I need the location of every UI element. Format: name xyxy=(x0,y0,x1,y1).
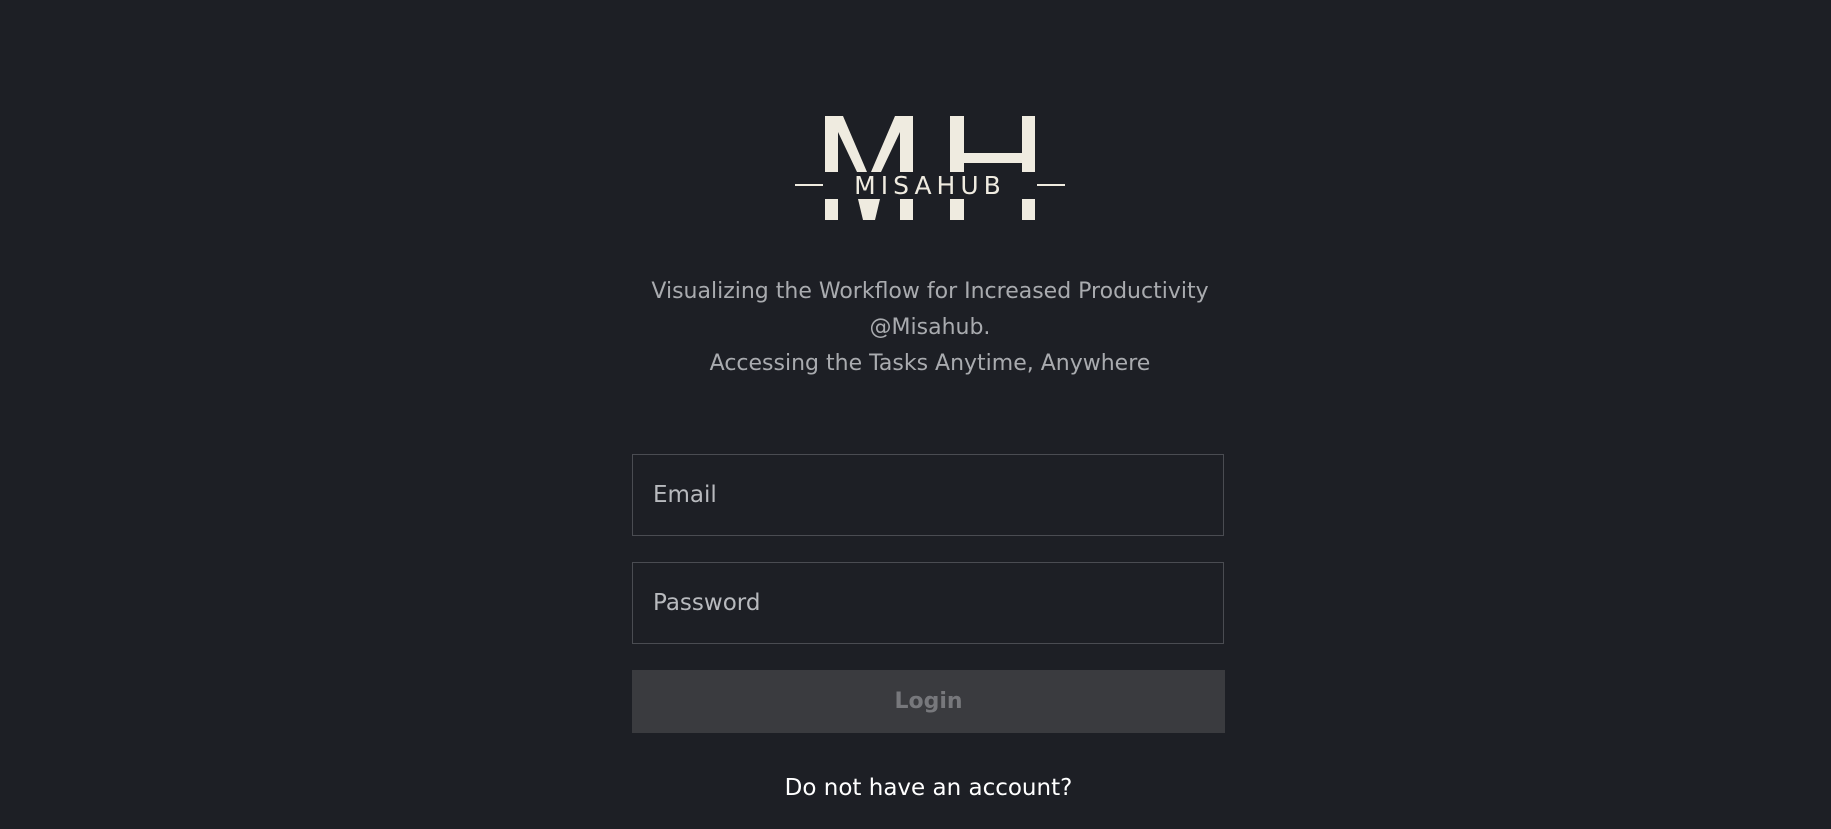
signup-link[interactable]: Do not have an account? xyxy=(632,770,1225,806)
password-input[interactable] xyxy=(633,563,1223,643)
tagline: Visualizing the Workflow for Increased P… xyxy=(515,274,1345,382)
logo-wordmark: MISAHUB xyxy=(854,171,1006,200)
tagline-line-2: @Misahub. xyxy=(869,315,991,340)
email-input[interactable] xyxy=(633,455,1223,535)
password-field[interactable] xyxy=(632,562,1224,644)
tagline-line-3: Accessing the Tasks Anytime, Anywhere xyxy=(709,351,1151,376)
login-button[interactable]: Login xyxy=(632,670,1225,733)
tagline-line-1: Visualizing the Workflow for Increased P… xyxy=(651,279,1209,304)
email-field[interactable] xyxy=(632,454,1224,536)
misahub-logo: MISAHUB xyxy=(795,112,1065,222)
